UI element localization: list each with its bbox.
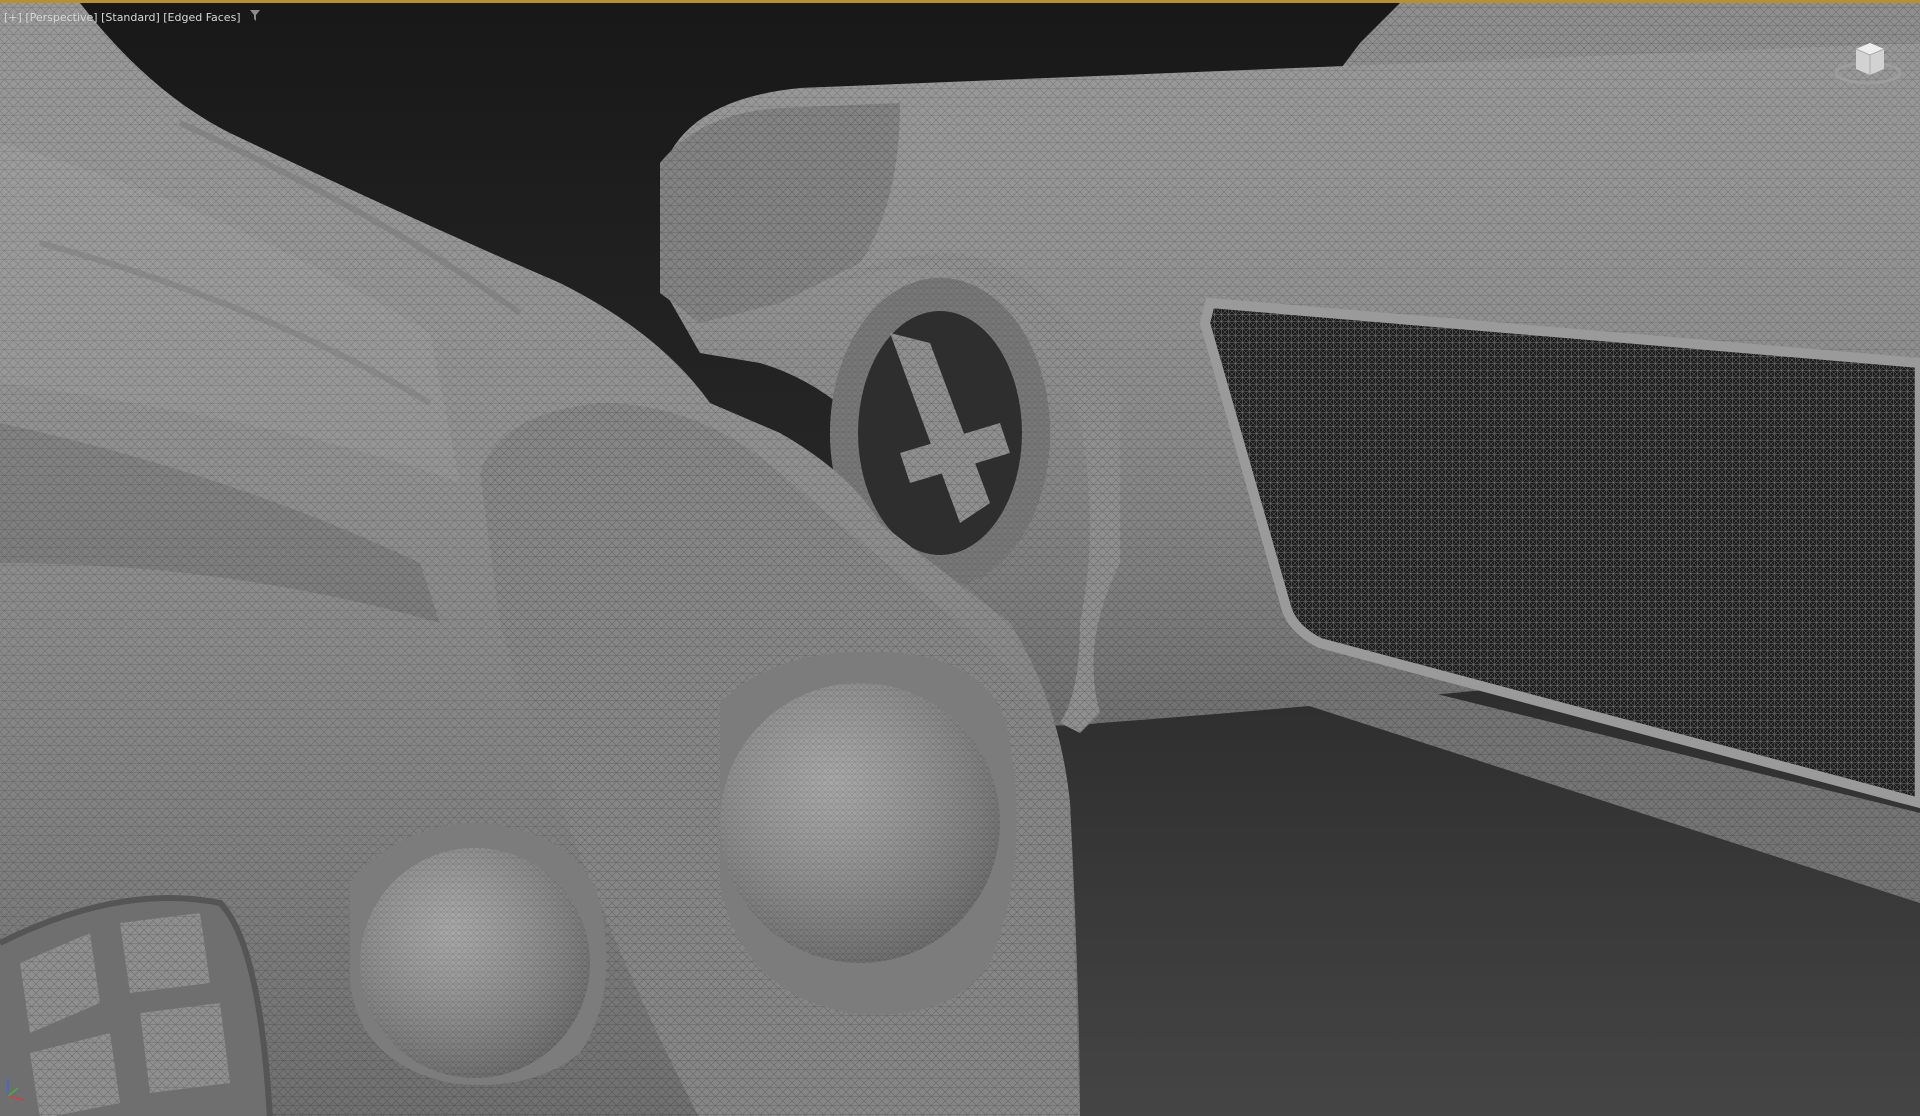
- viewport-label-menu[interactable]: [+] [Perspective] [Standard] [Edged Face…: [4, 10, 261, 24]
- viewport-view-menu[interactable]: [Perspective]: [25, 11, 97, 24]
- viewcube-icon[interactable]: [1832, 35, 1904, 89]
- scene-canvas[interactable]: [0, 3, 1920, 1116]
- viewport-plus-menu[interactable]: [+]: [4, 11, 22, 24]
- viewport-shading-menu[interactable]: [Standard]: [101, 11, 160, 24]
- viewport[interactable]: [+] [Perspective] [Standard] [Edged Face…: [0, 0, 1920, 1116]
- axis-tripod-icon: [0, 1074, 30, 1104]
- funnel-icon[interactable]: [250, 10, 261, 24]
- viewport-style-menu[interactable]: [Edged Faces]: [163, 11, 240, 24]
